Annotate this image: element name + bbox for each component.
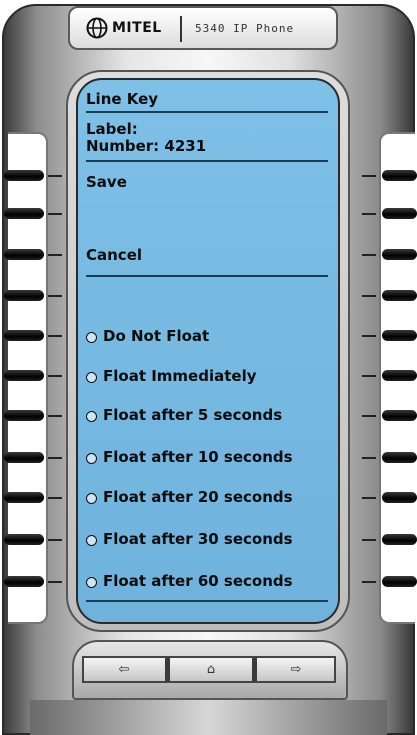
option-float-immediately[interactable]: Float Immediately bbox=[84, 365, 332, 389]
page-title: Line Key bbox=[86, 90, 159, 108]
line-key-right-5[interactable] bbox=[382, 330, 417, 341]
arrow-right-icon: ⇨ bbox=[290, 662, 302, 677]
brand-logo-text: MITEL bbox=[112, 20, 162, 36]
options-bottom-divider bbox=[86, 600, 328, 602]
line-key-right-7[interactable] bbox=[382, 410, 417, 421]
radio-icon bbox=[86, 535, 97, 546]
model-name: 5340 IP Phone bbox=[195, 22, 295, 35]
option-label: Float after 30 seconds bbox=[103, 530, 293, 548]
radio-icon bbox=[86, 493, 97, 504]
option-label: Float after 60 seconds bbox=[103, 572, 293, 590]
line-key-left-4[interactable] bbox=[4, 290, 44, 301]
line-key-left-2[interactable] bbox=[4, 208, 44, 219]
option-do-not-float[interactable]: Do Not Float bbox=[84, 325, 332, 349]
phone-lower-body bbox=[30, 700, 387, 735]
line-key-right-8[interactable] bbox=[382, 452, 417, 463]
radio-icon bbox=[86, 372, 97, 383]
option-label: Float after 20 seconds bbox=[103, 488, 293, 506]
option-float-20-seconds[interactable]: Float after 20 seconds bbox=[84, 486, 332, 510]
line-key-right-6[interactable] bbox=[382, 370, 417, 381]
display-screen: Line Key Label: Number: 4231 Save Cancel… bbox=[76, 78, 340, 624]
line-key-right-2[interactable] bbox=[382, 208, 417, 219]
option-label: Float after 10 seconds bbox=[103, 448, 293, 466]
home-icon: ⌂ bbox=[206, 662, 216, 677]
radio-icon bbox=[86, 332, 97, 343]
cancel-button[interactable]: Cancel bbox=[86, 246, 142, 264]
nav-right-button[interactable]: ⇨ bbox=[256, 658, 336, 681]
number-field: Number: 4231 bbox=[86, 137, 207, 155]
option-float-5-seconds[interactable]: Float after 5 seconds bbox=[84, 404, 332, 428]
mitel-globe-icon bbox=[86, 17, 108, 39]
line-key-right-9[interactable] bbox=[382, 492, 417, 503]
line-key-left-1[interactable] bbox=[4, 170, 44, 181]
line-key-left-6[interactable] bbox=[4, 370, 44, 381]
line-key-left-8[interactable] bbox=[4, 452, 44, 463]
nav-left-button[interactable]: ⇦ bbox=[84, 658, 164, 681]
line-key-left-7[interactable] bbox=[4, 410, 44, 421]
line-key-left-11[interactable] bbox=[4, 576, 44, 587]
radio-icon bbox=[86, 577, 97, 588]
brand-plate: MITEL 5340 IP Phone bbox=[68, 6, 338, 50]
label-field: Label: bbox=[86, 120, 138, 138]
nav-button-strip: ⇦ ⌂ ⇨ bbox=[82, 656, 336, 683]
line-key-right-10[interactable] bbox=[382, 534, 417, 545]
option-float-10-seconds[interactable]: Float after 10 seconds bbox=[84, 446, 332, 470]
info-divider bbox=[86, 160, 328, 162]
title-divider bbox=[86, 111, 328, 113]
nav-home-button[interactable]: ⌂ bbox=[171, 658, 251, 681]
line-key-left-9[interactable] bbox=[4, 492, 44, 503]
line-key-right-3[interactable] bbox=[382, 249, 417, 260]
line-key-right-1[interactable] bbox=[382, 170, 417, 181]
line-key-right-11[interactable] bbox=[382, 576, 417, 587]
save-button[interactable]: Save bbox=[86, 173, 127, 191]
option-float-60-seconds[interactable]: Float after 60 seconds bbox=[84, 570, 332, 594]
line-key-left-10[interactable] bbox=[4, 534, 44, 545]
nav-separator bbox=[165, 658, 170, 681]
radio-icon bbox=[86, 411, 97, 422]
option-label: Float after 5 seconds bbox=[103, 406, 283, 424]
line-key-right-4[interactable] bbox=[382, 290, 417, 301]
option-label: Do Not Float bbox=[103, 327, 210, 345]
option-float-30-seconds[interactable]: Float after 30 seconds bbox=[84, 528, 332, 552]
actions-divider bbox=[86, 275, 328, 277]
brand-divider bbox=[180, 16, 182, 42]
line-key-left-3[interactable] bbox=[4, 249, 44, 260]
arrow-left-icon: ⇦ bbox=[118, 662, 130, 677]
radio-icon bbox=[86, 453, 97, 464]
option-label: Float Immediately bbox=[103, 367, 257, 385]
line-key-left-5[interactable] bbox=[4, 330, 44, 341]
